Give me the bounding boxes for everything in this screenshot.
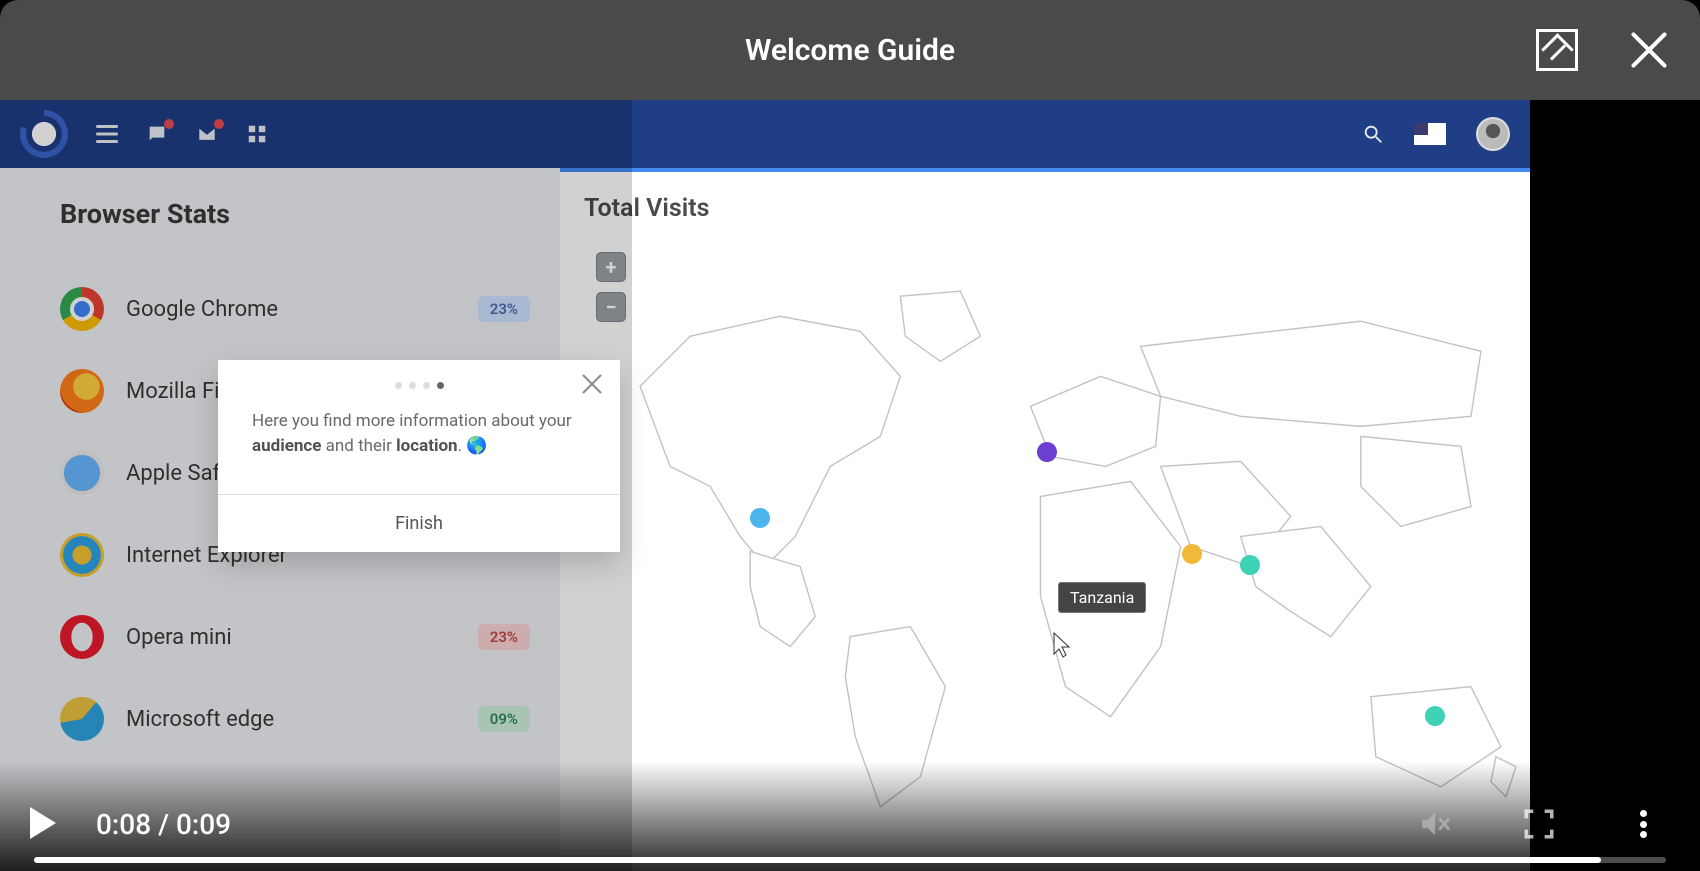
video-player: Welcome Guide	[0, 0, 1700, 871]
total-visits-title: Total Visits	[584, 194, 1531, 223]
map-point[interactable]	[750, 508, 770, 528]
coachmark-close-icon[interactable]	[578, 370, 606, 398]
video-time: 0:08 / 0:09	[96, 808, 231, 841]
browser-percent-badge: 09%	[478, 706, 530, 732]
browser-row: Microsoft edge 09%	[60, 678, 530, 760]
video-progress-bar[interactable]	[34, 857, 1666, 863]
browser-stats-title: Browser Stats	[60, 198, 530, 230]
firefox-icon	[60, 369, 104, 413]
coachmark-text: Here you find more information about you…	[218, 389, 620, 494]
browser-percent-badge: 23%	[478, 624, 530, 650]
map-point[interactable]	[1037, 442, 1057, 462]
mail-icon[interactable]	[196, 123, 218, 145]
browser-name: Google Chrome	[126, 297, 456, 322]
menu-icon[interactable]	[96, 123, 118, 145]
search-icon[interactable]	[1362, 123, 1384, 145]
ie-icon	[60, 533, 104, 577]
apps-grid-icon[interactable]	[246, 123, 268, 145]
browser-row: Google Chrome 23%	[60, 268, 530, 350]
step-dot	[423, 382, 430, 389]
coach-text-bold: audience	[252, 436, 321, 456]
app-frame: Browser Stats Google Chrome 23% Mozilla …	[0, 100, 1530, 871]
step-dot	[409, 382, 416, 389]
player-title: Welcome Guide	[745, 33, 955, 68]
chat-icon[interactable]	[146, 123, 168, 145]
safari-icon	[60, 451, 104, 495]
browser-name: Microsoft edge	[126, 707, 456, 732]
video-content: Browser Stats Google Chrome 23% Mozilla …	[0, 100, 1700, 871]
video-controls: 0:08 / 0:09	[0, 761, 1700, 871]
language-flag-icon[interactable]	[1414, 123, 1446, 145]
more-options-icon[interactable]	[1626, 810, 1660, 838]
notification-dot-icon	[214, 119, 224, 129]
browser-row: Opera mini 23%	[60, 596, 530, 678]
video-progress-fill	[34, 857, 1601, 863]
video-letterbox-right	[1530, 100, 1700, 871]
coach-text-bold: location	[396, 436, 457, 456]
step-dots	[395, 382, 444, 389]
fullscreen-icon[interactable]	[1522, 807, 1556, 841]
mute-icon[interactable]	[1418, 807, 1452, 841]
notification-dot-icon	[164, 119, 174, 129]
coachmark-finish-button[interactable]: Finish	[218, 494, 620, 552]
coach-text: . 🌎	[458, 436, 488, 456]
opera-icon	[60, 615, 104, 659]
map-point[interactable]	[1182, 544, 1202, 564]
app-logo-icon	[20, 110, 68, 158]
map-tooltip: Tanzania	[1058, 582, 1146, 613]
app-header	[0, 100, 1530, 168]
player-titlebar: Welcome Guide	[0, 0, 1700, 100]
browser-name: Opera mini	[126, 625, 456, 650]
chrome-icon	[60, 287, 104, 331]
map-point[interactable]	[1425, 706, 1445, 726]
open-external-icon[interactable]	[1536, 29, 1578, 71]
close-icon[interactable]	[1628, 29, 1670, 71]
coach-text: Here you find more information about you…	[252, 411, 572, 431]
user-avatar[interactable]	[1476, 117, 1510, 151]
browser-percent-badge: 23%	[478, 296, 530, 322]
step-dot	[395, 382, 402, 389]
edge-icon	[60, 697, 104, 741]
step-dot	[437, 382, 444, 389]
coach-text: and their	[321, 436, 396, 456]
map-point[interactable]	[1240, 555, 1260, 575]
cursor-icon	[1053, 632, 1071, 658]
coachmark-popup: Here you find more information about you…	[218, 360, 620, 552]
play-button-icon[interactable]	[30, 807, 56, 839]
